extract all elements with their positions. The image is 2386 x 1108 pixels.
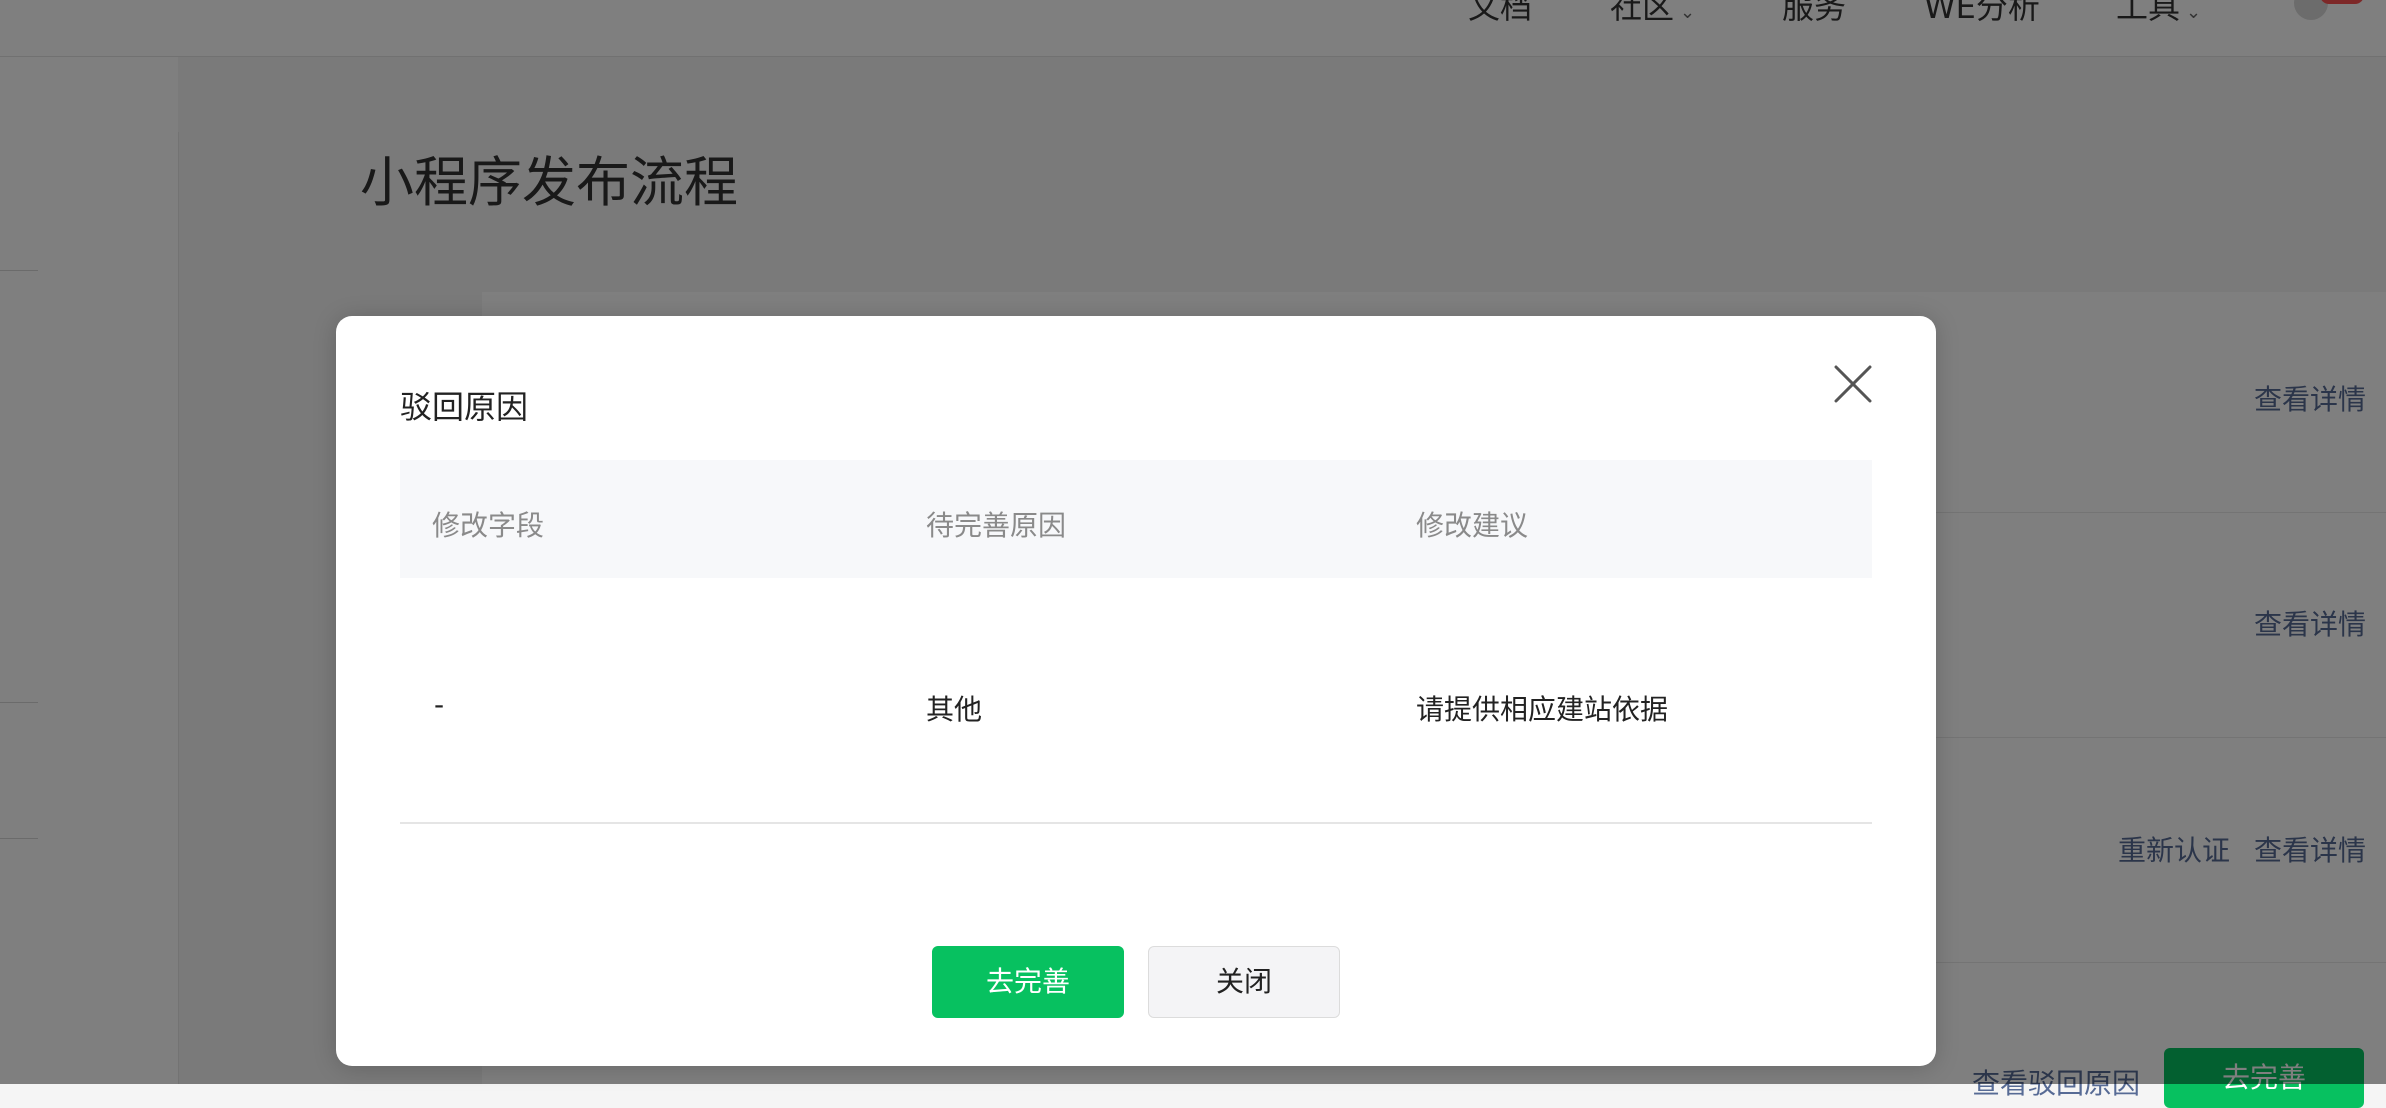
table-row: - 其他 请提供相应建站依据 bbox=[400, 578, 1872, 824]
cell-reason: 其他 bbox=[926, 693, 983, 726]
column-header-suggestion: 修改建议 bbox=[1416, 509, 1529, 542]
column-header-reason: 待完善原因 bbox=[926, 509, 1067, 542]
column-header-field: 修改字段 bbox=[432, 509, 545, 542]
close-icon[interactable] bbox=[1833, 364, 1873, 404]
rejection-reason-dialog: 驳回原因 修改字段 待完善原因 修改建议 - 其他 请提供相应建站依据 去完善 … bbox=[336, 316, 1936, 1066]
cell-suggestion: 请提供相应建站依据 bbox=[1416, 693, 1669, 726]
close-button[interactable]: 关闭 bbox=[1148, 946, 1340, 1018]
cell-field: - bbox=[434, 688, 445, 721]
dialog-title: 驳回原因 bbox=[400, 388, 529, 426]
table-header: 修改字段 待完善原因 修改建议 bbox=[400, 460, 1872, 578]
go-complete-button[interactable]: 去完善 bbox=[932, 946, 1124, 1018]
